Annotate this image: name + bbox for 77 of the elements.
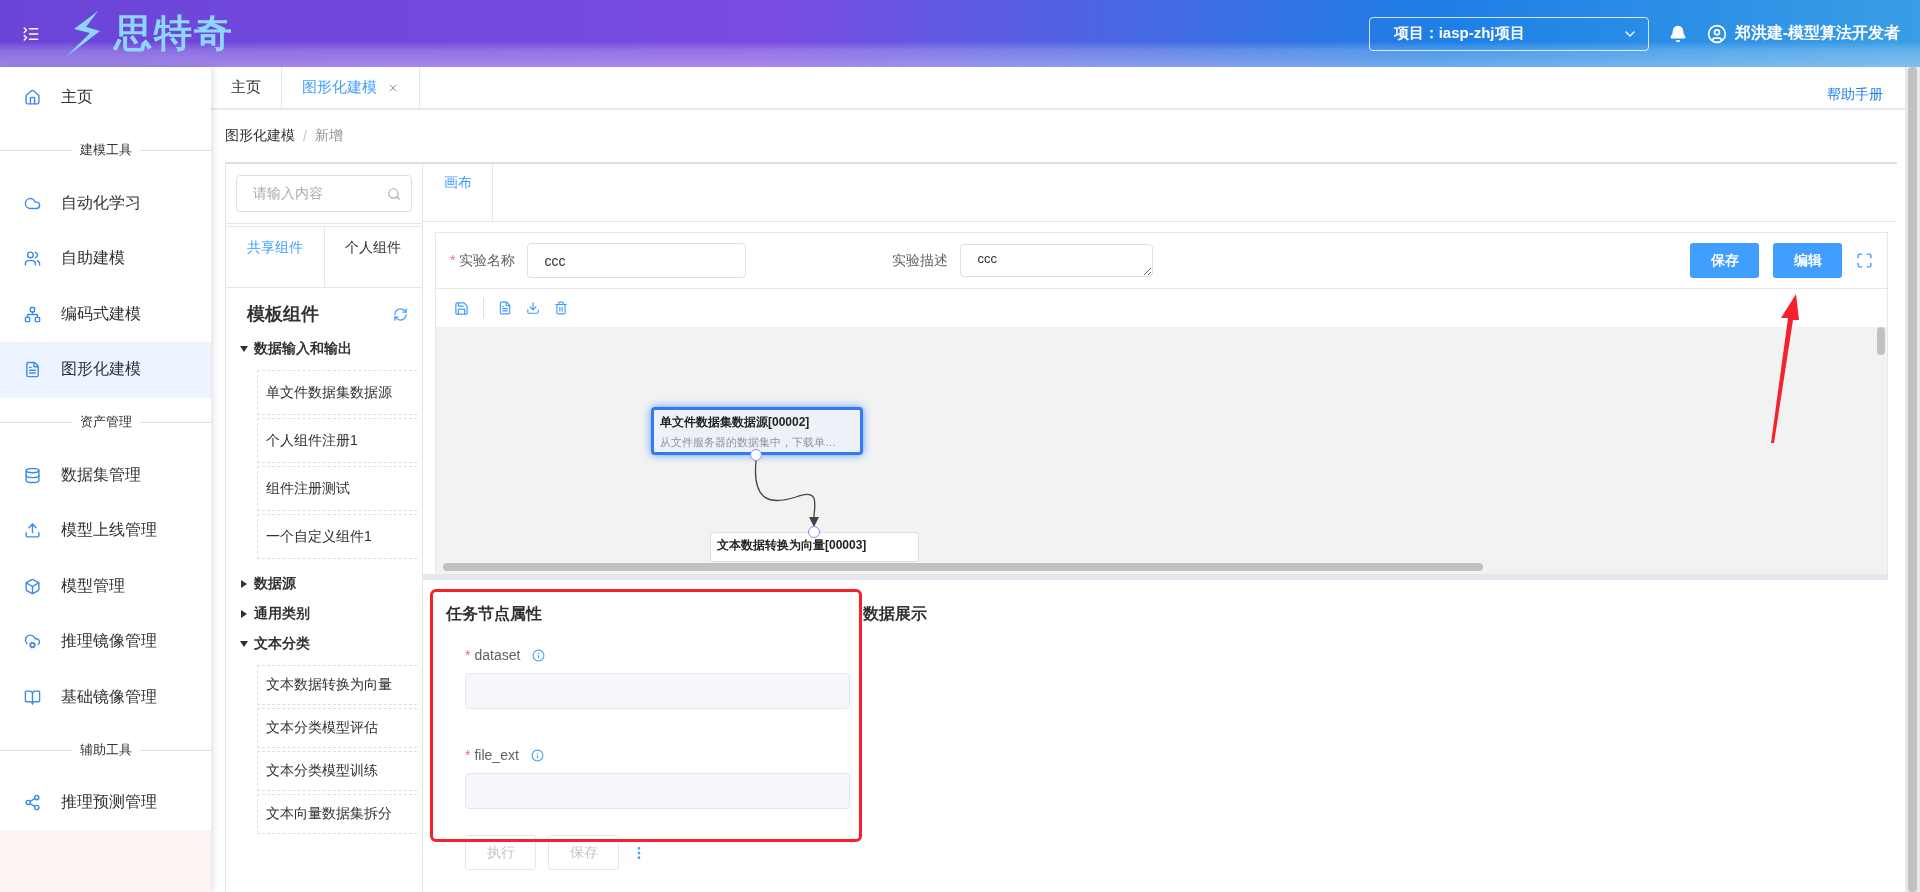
logo-text: 思特奇 xyxy=(114,11,234,56)
component-item[interactable]: 文本数据转换为向量 xyxy=(257,665,417,705)
section-title: 辅助工具 xyxy=(79,741,132,760)
field-label: * dataset xyxy=(465,647,521,663)
description-input[interactable]: ccc xyxy=(960,244,1154,277)
name-input[interactable]: ccc xyxy=(527,243,747,278)
component-item[interactable]: 文本向量数据集拆分 xyxy=(257,794,417,834)
database-icon xyxy=(24,466,41,484)
sidebar-item[interactable]: 数据集管理 xyxy=(0,447,211,503)
breadcrumb-item[interactable]: 图形化建模 xyxy=(225,127,295,145)
component-item[interactable]: 一个自定义组件1 xyxy=(257,514,417,559)
info-icon[interactable] xyxy=(532,648,546,662)
connector-arrow xyxy=(754,460,819,527)
breadcrumb-item: 新增 xyxy=(314,127,343,145)
flow-node[interactable]: 单文件数据集数据源[00002] 从文件服务器的数据集中，下载单… xyxy=(651,407,863,455)
node-title: 文本数据转换为向量[00003] xyxy=(717,537,868,554)
component-item[interactable]: 组件注册测试 xyxy=(257,466,417,511)
field-label: * 实验名称 xyxy=(450,251,516,270)
component-item[interactable]: 文本分类模型训练 xyxy=(257,751,417,791)
cloud-icon xyxy=(24,633,41,651)
flow-canvas[interactable]: 单文件数据集数据源[00002] 从文件服务器的数据集中，下载单… 文本数据转换为向量[00003] xyxy=(436,327,1887,574)
node-title: 单文件数据集数据源[00002] xyxy=(660,414,811,431)
component-item[interactable]: 单文件数据集数据源 xyxy=(257,370,417,415)
sidebar-item[interactable]: 基础镜像管理 xyxy=(0,669,211,726)
home-icon xyxy=(24,89,41,107)
user-icon xyxy=(1706,23,1727,44)
fullscreen-icon[interactable] xyxy=(1856,252,1873,269)
breadcrumb-separator: / xyxy=(303,128,307,144)
component-item[interactable]: 文本分类模型评估 xyxy=(257,708,417,748)
download-icon[interactable] xyxy=(526,301,540,315)
input-field[interactable] xyxy=(465,773,850,809)
help-link[interactable]: 帮助手册 xyxy=(1827,86,1883,104)
network-icon xyxy=(24,305,41,323)
sidebar-item[interactable]: 模型管理 xyxy=(0,558,211,615)
sidebar-item[interactable]: 自动化学习 xyxy=(0,175,211,231)
upload-icon xyxy=(24,522,41,540)
section-title: 数据展示 xyxy=(863,604,927,624)
section-title: 建模工具 xyxy=(79,141,132,160)
input-field[interactable] xyxy=(465,673,850,709)
sidebar-item[interactable]: 主页 xyxy=(0,70,211,126)
sidebar-item[interactable]: 编码式建模 xyxy=(0,286,211,342)
sidebar-item[interactable]: 推理镜像管理 xyxy=(0,614,211,670)
cube-icon xyxy=(24,577,41,595)
section-title: 资产管理 xyxy=(79,413,132,432)
sidebar-item[interactable]: 推理预测管理 xyxy=(0,774,211,831)
vertical-scrollbar[interactable] xyxy=(1877,327,1885,355)
document-icon xyxy=(24,361,41,379)
section-title: 任务节点属性 xyxy=(446,604,543,624)
tree-group[interactable]: 文本分类 xyxy=(226,629,422,659)
tree-group[interactable]: 通用类别 xyxy=(226,599,422,629)
menu-icon[interactable] xyxy=(22,24,40,43)
document-icon[interactable] xyxy=(498,301,512,315)
horizontal-scrollbar[interactable] xyxy=(443,563,1483,571)
sidebar-item[interactable]: 模型上线管理 xyxy=(0,502,211,559)
page-scrollbar[interactable] xyxy=(1908,67,1917,892)
trash-icon[interactable] xyxy=(554,301,568,315)
share-icon xyxy=(24,794,41,812)
people-icon xyxy=(24,250,41,268)
save-icon[interactable] xyxy=(454,300,469,316)
sidebar-item[interactable]: 图形化建模 xyxy=(0,342,211,398)
node-description: 从文件服务器的数据集中，下载单… xyxy=(660,435,836,449)
search-icon xyxy=(387,186,401,201)
panel-title: 模板组件 xyxy=(247,303,319,326)
field-label: * file_ext xyxy=(465,747,519,763)
tree-group[interactable]: 数据输入和输出 xyxy=(226,334,422,364)
refresh-icon[interactable] xyxy=(393,306,408,322)
sidebar-item[interactable]: 自助建模 xyxy=(0,230,211,287)
info-icon[interactable] xyxy=(530,748,544,762)
book-icon xyxy=(24,688,41,706)
flow-node[interactable]: 文本数据转换为向量[00003] xyxy=(710,532,919,562)
tree-group[interactable]: 数据源 xyxy=(226,569,422,599)
component-item[interactable]: 个人组件注册1 xyxy=(257,418,417,463)
connection-port[interactable] xyxy=(808,526,820,538)
project-select[interactable]: 项目：iasp-zhj项目 xyxy=(1368,16,1649,51)
bell-icon[interactable] xyxy=(1668,24,1687,43)
component-tab[interactable]: 个人组件 xyxy=(323,227,422,287)
field-label: 实验描述 xyxy=(892,251,949,270)
